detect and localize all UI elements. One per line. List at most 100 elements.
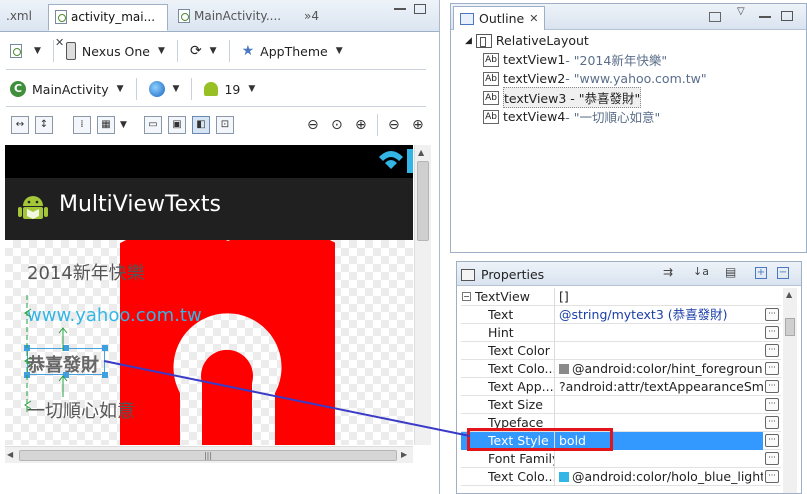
browse-button[interactable]: ··· [765, 416, 779, 429]
theme-dropdown[interactable]: ★ AppTheme ▼ [238, 39, 347, 63]
collapse-all-icon[interactable] [709, 12, 721, 22]
activity-dropdown[interactable]: C MainActivity ▼ [6, 77, 128, 101]
resize-handle[interactable] [102, 372, 108, 378]
tab-main-activity[interactable]: MainActivity.... [172, 4, 296, 31]
scroll-thumb[interactable]: ||| [19, 450, 397, 461]
collapse-icon[interactable]: − [462, 292, 471, 301]
property-row[interactable]: Text Colo... @android:color/hint_foregro… [461, 360, 781, 378]
expand-horizontal-icon[interactable]: ↔ [11, 116, 29, 134]
browse-button[interactable]: ··· [765, 344, 779, 357]
scroll-right-icon[interactable]: ▶ [401, 450, 407, 459]
property-name: Font Family [461, 450, 555, 468]
property-row[interactable]: Text Size ··· [461, 396, 781, 414]
scroll-thumb[interactable] [785, 318, 795, 336]
chevron-down-icon: ▼ [158, 46, 165, 56]
zoom-actual-icon[interactable]: ⊙ [328, 116, 346, 134]
minimize-icon[interactable] [394, 8, 406, 10]
chevron-down-icon: ▼ [172, 84, 180, 94]
textview-1[interactable]: 2014新年快樂 [27, 259, 145, 285]
tree-node[interactable]: Ab textView4 - "一切順心如意" [465, 107, 707, 126]
separator [176, 40, 178, 62]
zoom-out-icon[interactable]: ⊖ [385, 116, 403, 134]
class-icon: C [10, 81, 26, 97]
tree-node[interactable]: Ab textView1 - "2014新年快樂" [465, 50, 707, 69]
tree-node[interactable]: Ab textView2 - "www.yahoo.com.tw" [465, 69, 707, 88]
preview-vertical-scrollbar[interactable]: ▲ [414, 145, 431, 445]
property-value[interactable] [555, 450, 763, 468]
property-row[interactable]: − TextView [] [461, 288, 781, 306]
refresh-preview-icon[interactable]: ⊡ [215, 116, 234, 134]
property-row[interactable]: Text @string/mytext3 (恭喜發財) ··· [461, 306, 781, 324]
scroll-up-icon[interactable]: ▲ [786, 290, 792, 299]
properties-scrollbar[interactable]: ▲ [783, 288, 797, 493]
property-row[interactable]: Text App... ?android:attr/textAppearance… [461, 378, 781, 396]
layout-editor: .xml activity_mai... ✕ MainActivity.... … [0, 0, 440, 494]
scroll-up-icon[interactable]: ▲ [418, 148, 424, 157]
scroll-left-icon[interactable]: ◀ [7, 450, 13, 459]
expand-filter-icon[interactable]: ⇉ [663, 265, 673, 279]
tab-outline[interactable]: Outline ✕ [453, 6, 546, 30]
api-level-dropdown[interactable]: 19 ▼ [200, 77, 259, 101]
expand-vertical-icon[interactable]: ↕ [35, 116, 53, 134]
property-value[interactable]: @android:color/holo_blue_light [555, 468, 763, 486]
chevron-down-icon[interactable]: ▼ [120, 120, 127, 130]
property-value[interactable] [555, 342, 763, 360]
maximize-icon[interactable] [414, 4, 426, 14]
property-value[interactable] [555, 396, 763, 414]
tab-overflow[interactable]: »4 [298, 4, 325, 31]
browse-button[interactable]: ··· [765, 470, 779, 483]
browse-button[interactable]: ··· [765, 326, 779, 339]
close-icon[interactable]: ✕ [529, 12, 538, 25]
property-row[interactable]: Text Colo... @android:color/holo_blue_li… [461, 468, 781, 486]
android-icon [204, 82, 219, 96]
property-value[interactable]: @android:color/hint_foreground... [555, 360, 763, 378]
view-menu-icon[interactable]: ▽ [737, 6, 745, 17]
browse-button[interactable]: ··· [765, 380, 779, 393]
chevron-down-icon: ▼ [248, 84, 256, 94]
property-value[interactable]: ?android:attr/textAppearanceSmall ... [555, 378, 763, 396]
property-value[interactable]: [] [555, 288, 763, 306]
tab-activity-main[interactable]: activity_mai... ✕ [48, 4, 168, 49]
margins-icon[interactable]: ⁞ [73, 116, 91, 134]
scroll-thumb[interactable] [417, 161, 429, 241]
orientation-dropdown[interactable]: ⟳ ▼ [186, 39, 221, 63]
browse-button[interactable]: ··· [765, 434, 779, 447]
browse-button[interactable]: ··· [765, 362, 779, 375]
baseline-icon[interactable]: ▭ [143, 116, 162, 134]
chevron-down-icon: ▼ [116, 84, 124, 94]
collapse-all-icon[interactable]: − [777, 267, 789, 279]
locale-dropdown[interactable]: ▼ [145, 77, 184, 101]
property-name: Text Colo... [461, 468, 555, 486]
property-row[interactable]: Text Color ··· [461, 342, 781, 360]
zoom-real-icon[interactable]: ⊕ [352, 116, 370, 134]
expand-all-icon[interactable]: + [755, 267, 767, 279]
browse-button[interactable]: ··· [765, 308, 779, 321]
preview-horizontal-scrollbar[interactable]: ◀ ||| ▶ [5, 446, 413, 463]
zoom-in-icon[interactable]: ⊕ [409, 116, 427, 134]
alignment-guides [24, 295, 68, 415]
sort-alpha-icon[interactable]: ↓a [693, 265, 709, 278]
zoom-fit-icon[interactable]: ⊖ [304, 116, 322, 134]
property-row[interactable]: Hint ··· [461, 324, 781, 342]
browse-button[interactable]: ··· [765, 452, 779, 465]
tab-xml[interactable]: .xml [0, 4, 38, 31]
property-name: Hint [461, 324, 555, 342]
center-icon[interactable]: ▣ [167, 116, 186, 134]
grid-icon[interactable]: ▦ [97, 116, 115, 134]
device-dropdown[interactable]: Nexus One ▼ [62, 39, 169, 63]
tree-node-root[interactable]: ◢ RelativeLayout [465, 31, 707, 50]
property-value[interactable]: @string/mytext3 (恭喜發財) [555, 306, 763, 324]
toggle-view-icon[interactable]: ◧ [191, 116, 210, 134]
expanded-arrow-icon[interactable]: ◢ [465, 36, 472, 46]
minimize-icon[interactable] [759, 16, 771, 18]
property-name: Text [461, 306, 555, 324]
advanced-properties-icon[interactable]: ▤ [725, 265, 736, 279]
config-dropdown[interactable]: ▼ [6, 39, 45, 63]
maximize-icon[interactable] [781, 11, 793, 21]
property-value[interactable] [555, 324, 763, 342]
browse-button[interactable]: ··· [765, 398, 779, 411]
tree-node-selected[interactable]: Ab textView3 - "恭喜發財" [465, 87, 707, 108]
property-row[interactable]: Font Family ··· [461, 450, 781, 468]
activity-toolbar: C MainActivity ▼ ▼ 19 ▼ [6, 74, 259, 104]
resize-handle[interactable] [102, 345, 108, 351]
